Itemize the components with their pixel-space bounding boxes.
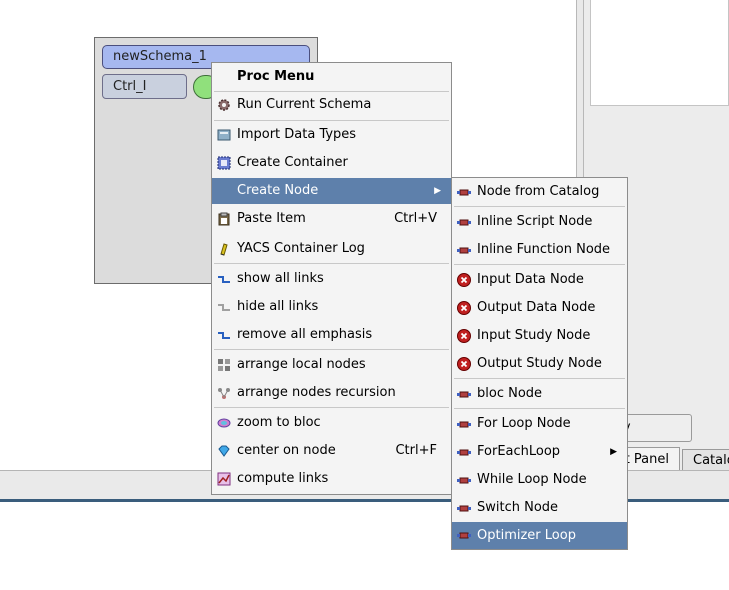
- menu-item-zoom-to-bloc[interactable]: zoom to bloc: [212, 411, 451, 435]
- menu-item-label: compute links: [237, 471, 329, 486]
- import-icon: [217, 129, 231, 141]
- menu-separator: [214, 120, 449, 121]
- menu-item-while-loop-node[interactable]: While Loop Node: [452, 468, 627, 492]
- container-icon: [217, 156, 231, 170]
- menu-item-run-current-schema[interactable]: Run Current Schema: [212, 93, 451, 117]
- menu-item-label: Inline Function Node: [477, 242, 611, 257]
- menu-separator: [454, 206, 625, 207]
- menu-item-center-on-node[interactable]: center on node Ctrl+F: [212, 439, 451, 463]
- link-hidden-icon: [218, 304, 230, 311]
- menu-item-label: hide all links: [237, 299, 319, 314]
- menu-item-create-container[interactable]: Create Container: [212, 151, 451, 175]
- menu-item-arrange-local-nodes[interactable]: arrange local nodes: [212, 353, 451, 377]
- node-icon: [457, 532, 471, 539]
- menu-item-arrange-nodes-recursion[interactable]: arrange nodes recursion: [212, 381, 451, 405]
- log-icon: [220, 243, 228, 256]
- zoom-icon: [217, 418, 231, 428]
- menu-item-show-all-links[interactable]: show all links: [212, 267, 451, 291]
- menu-item-bloc-node[interactable]: bloc Node: [452, 382, 627, 406]
- menu-item-label: zoom to bloc: [237, 415, 321, 430]
- node-icon: [457, 421, 471, 428]
- menu-item-label: Output Study Node: [477, 356, 602, 371]
- node-icon: [457, 189, 471, 196]
- menu-item-input-data-node[interactable]: Input Data Node: [452, 268, 627, 292]
- menu-item-label: Input Study Node: [477, 328, 591, 343]
- menu-item-label: Optimizer Loop: [477, 528, 576, 543]
- menu-item-inline-function-node[interactable]: Inline Function Node: [452, 238, 627, 262]
- menu-item-label: Create Container: [237, 155, 348, 170]
- node-icon: [457, 449, 471, 456]
- link-icon: [218, 332, 230, 339]
- arrange-icon: [218, 359, 230, 371]
- menu-item-import-data-types[interactable]: Import Data Types: [212, 123, 451, 147]
- menu-item-switch-node[interactable]: Switch Node: [452, 496, 627, 520]
- menu-item-label: Output Data Node: [477, 300, 596, 315]
- menu-item-label: While Loop Node: [477, 472, 587, 487]
- menu-item-label: center on node: [237, 443, 336, 458]
- menu-item-for-loop-node[interactable]: For Loop Node: [452, 412, 627, 436]
- menu-item-shortcut: Ctrl+V: [394, 211, 437, 226]
- menu-item-label: YACS Container Log: [237, 241, 365, 256]
- menu-item-hide-all-links[interactable]: hide all links: [212, 295, 451, 319]
- error-icon: [457, 301, 471, 315]
- arrange-recursive-icon: [218, 388, 230, 399]
- error-icon: [457, 273, 471, 287]
- menu-item-label: remove all emphasis: [237, 327, 373, 342]
- proc-context-menu: Proc Menu Run Current Schema Import Data…: [211, 62, 452, 495]
- menu-item-label: Inline Script Node: [477, 214, 593, 229]
- menu-item-compute-links[interactable]: compute links: [212, 467, 451, 491]
- node-icon: [457, 219, 471, 226]
- menu-item-input-study-node[interactable]: Input Study Node: [452, 324, 627, 348]
- menu-separator: [454, 378, 625, 379]
- menu-item-label: Node from Catalog: [477, 184, 600, 199]
- link-icon: [218, 276, 230, 283]
- right-panel-view: [590, 0, 729, 106]
- menu-separator: [214, 91, 449, 92]
- node-icon: [457, 505, 471, 512]
- compute-icon: [217, 472, 231, 486]
- menu-item-label: Create Node: [237, 183, 319, 198]
- menu-item-output-data-node[interactable]: Output Data Node: [452, 296, 627, 320]
- menu-item-shortcut: Ctrl+F: [395, 443, 437, 458]
- menu-item-label: Run Current Schema: [237, 97, 372, 112]
- gear-icon: [218, 99, 230, 111]
- menu-item-label: ForEachLoop: [477, 444, 561, 459]
- menu-separator: [454, 264, 625, 265]
- menu-item-node-from-catalog[interactable]: Node from Catalog: [452, 180, 627, 204]
- menu-separator: [454, 408, 625, 409]
- error-icon: [457, 329, 471, 343]
- menu-item-label: bloc Node: [477, 386, 543, 401]
- menu-item-paste-item[interactable]: Paste Item Ctrl+V: [212, 207, 451, 231]
- control-port[interactable]: Ctrl_I: [102, 74, 187, 99]
- menu-item-label: show all links: [237, 271, 324, 286]
- menu-item-remove-all-emphasis[interactable]: remove all emphasis: [212, 323, 451, 347]
- menu-item-output-study-node[interactable]: Output Study Node: [452, 352, 627, 376]
- menu-item-label: Paste Item: [237, 211, 306, 226]
- menu-item-label: Input Data Node: [477, 272, 584, 287]
- menu-item-label: Import Data Types: [237, 127, 357, 142]
- menu-title: Proc Menu: [237, 69, 315, 84]
- menu-separator: [214, 349, 449, 350]
- node-icon: [457, 247, 471, 254]
- menu-separator: [214, 407, 449, 408]
- menu-item-optimizer-loop[interactable]: Optimizer Loop: [452, 522, 627, 549]
- node-icon: [457, 391, 471, 398]
- menu-item-create-node[interactable]: Create Node ▶: [212, 178, 451, 204]
- menu-item-label: Switch Node: [477, 500, 559, 515]
- node-icon: [457, 477, 471, 484]
- menu-separator: [214, 263, 449, 264]
- menu-item-label: For Loop Node: [477, 416, 571, 431]
- menu-item-label: arrange nodes recursion: [237, 385, 396, 400]
- create-node-submenu: Node from Catalog Inline Script Node Inl…: [451, 177, 628, 550]
- menu-item-yacs-container-log[interactable]: YACS Container Log: [212, 237, 451, 261]
- submenu-arrow-icon: ▶: [434, 186, 441, 196]
- submenu-arrow-icon: ▶: [610, 447, 617, 457]
- menu-item-label: arrange local nodes: [237, 357, 366, 372]
- error-icon: [457, 357, 471, 371]
- menu-item-foreachloop[interactable]: ForEachLoop ▶: [452, 440, 627, 464]
- diamond-icon: [218, 445, 230, 457]
- menu-item-inline-script-node[interactable]: Inline Script Node: [452, 210, 627, 234]
- paste-icon: [218, 212, 230, 226]
